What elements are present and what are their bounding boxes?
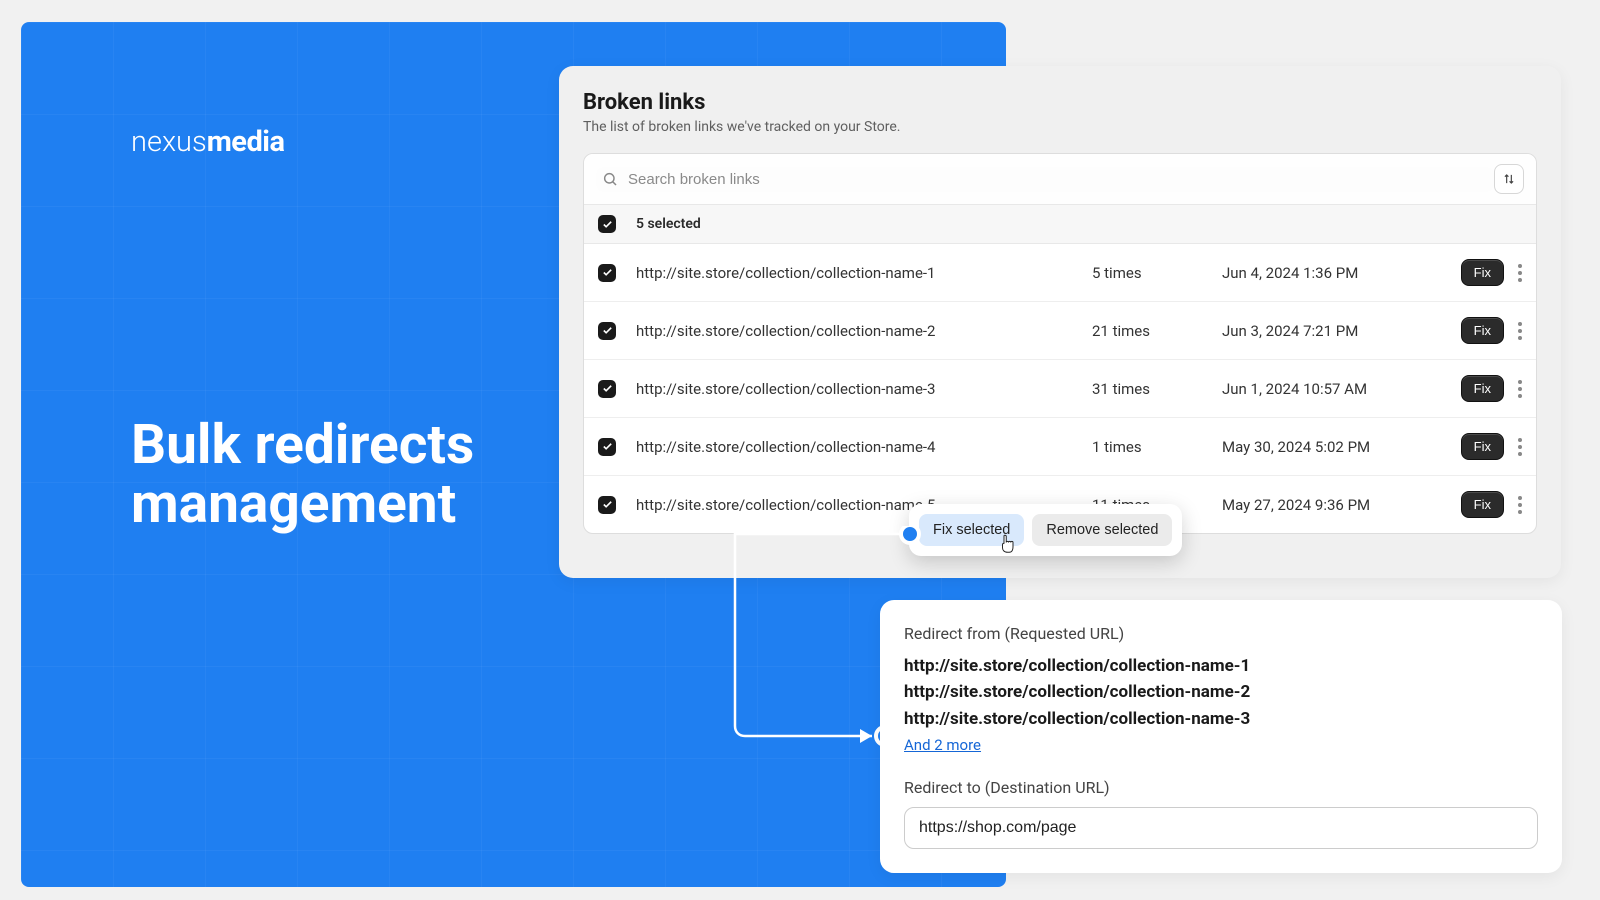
- row-count: 5 times: [1092, 264, 1222, 282]
- remove-selected-button[interactable]: Remove selected: [1032, 514, 1172, 546]
- row-url: http://site.store/collection/collection-…: [636, 380, 1092, 398]
- card-title: Broken links: [559, 90, 1561, 115]
- row-actions: Fix: [1432, 259, 1522, 286]
- row-count: 1 times: [1092, 438, 1222, 456]
- redirect-from-label: Redirect from (Requested URL): [904, 624, 1538, 643]
- table-row: http://site.store/collection/collection-…: [584, 244, 1536, 302]
- fix-button[interactable]: Fix: [1461, 491, 1504, 518]
- redirect-to-label: Redirect to (Destination URL): [904, 778, 1538, 797]
- table-row: http://site.store/collection/collection-…: [584, 418, 1536, 476]
- row-actions: Fix: [1432, 317, 1522, 344]
- redirect-card: Redirect from (Requested URL) http://sit…: [880, 600, 1562, 873]
- row-checkbox[interactable]: [598, 380, 616, 398]
- more-actions-icon[interactable]: [1518, 264, 1522, 282]
- redirect-url-3: http://site.store/collection/collection-…: [904, 706, 1538, 732]
- row-date: May 30, 2024 5:02 PM: [1222, 438, 1432, 456]
- check-icon: [602, 325, 613, 336]
- brand-logo: nexusmedia: [131, 125, 285, 159]
- row-checkbox[interactable]: [598, 264, 616, 282]
- more-actions-icon[interactable]: [1518, 380, 1522, 398]
- row-url: http://site.store/collection/collection-…: [636, 264, 1092, 282]
- sort-icon: [1502, 172, 1516, 186]
- row-count: 31 times: [1092, 380, 1222, 398]
- check-icon: [602, 383, 613, 394]
- check-icon: [602, 219, 613, 230]
- row-count: 21 times: [1092, 322, 1222, 340]
- table-header: 5 selected: [584, 205, 1536, 244]
- row-url: http://site.store/collection/collection-…: [636, 438, 1092, 456]
- more-actions-icon[interactable]: [1518, 496, 1522, 514]
- row-date: May 27, 2024 9:36 PM: [1222, 496, 1432, 514]
- table-row: http://site.store/collection/collection-…: [584, 360, 1536, 418]
- fix-button[interactable]: Fix: [1461, 259, 1504, 286]
- selected-count: 5 selected: [636, 216, 701, 232]
- row-url: http://site.store/collection/collection-…: [636, 322, 1092, 340]
- cursor-icon: [998, 533, 1016, 555]
- select-all-checkbox[interactable]: [598, 215, 616, 233]
- and-more-link[interactable]: And 2 more: [904, 736, 981, 754]
- row-actions: Fix: [1432, 491, 1522, 518]
- row-actions: Fix: [1432, 375, 1522, 402]
- fix-button[interactable]: Fix: [1461, 433, 1504, 460]
- search-row: [584, 154, 1536, 205]
- card-subtitle: The list of broken links we've tracked o…: [559, 115, 1561, 153]
- search-icon: [602, 171, 618, 187]
- logo-part-2: media: [207, 125, 285, 159]
- row-actions: Fix: [1432, 433, 1522, 460]
- search-container: [596, 167, 1494, 192]
- broken-links-table: 5 selected http://site.store/collection/…: [583, 153, 1537, 534]
- search-input[interactable]: [628, 171, 1488, 188]
- check-icon: [602, 441, 613, 452]
- row-date: Jun 4, 2024 1:36 PM: [1222, 264, 1432, 282]
- row-date: Jun 3, 2024 7:21 PM: [1222, 322, 1432, 340]
- redirect-url-2: http://site.store/collection/collection-…: [904, 679, 1538, 705]
- hero-line-1: Bulk redirects: [131, 416, 474, 475]
- row-checkbox[interactable]: [598, 438, 616, 456]
- row-date: Jun 1, 2024 10:57 AM: [1222, 380, 1432, 398]
- row-checkbox[interactable]: [598, 496, 616, 514]
- fix-button[interactable]: Fix: [1461, 375, 1504, 402]
- redirect-from-urls: http://site.store/collection/collection-…: [904, 653, 1538, 732]
- more-actions-icon[interactable]: [1518, 322, 1522, 340]
- destination-url-input[interactable]: [904, 807, 1538, 849]
- check-icon: [602, 499, 613, 510]
- fix-button[interactable]: Fix: [1461, 317, 1504, 344]
- more-actions-icon[interactable]: [1518, 438, 1522, 456]
- sort-button[interactable]: [1494, 164, 1524, 194]
- bulk-action-toolbar: Fix selected Remove selected: [909, 504, 1182, 556]
- table-row: http://site.store/collection/collection-…: [584, 302, 1536, 360]
- broken-links-card: Broken links The list of broken links we…: [559, 66, 1561, 578]
- redirect-url-1: http://site.store/collection/collection-…: [904, 653, 1538, 679]
- logo-part-1: nexus: [131, 125, 207, 159]
- check-icon: [602, 267, 613, 278]
- row-checkbox[interactable]: [598, 322, 616, 340]
- hero-line-2: management: [131, 475, 474, 534]
- hero-title: Bulk redirects management: [131, 416, 474, 535]
